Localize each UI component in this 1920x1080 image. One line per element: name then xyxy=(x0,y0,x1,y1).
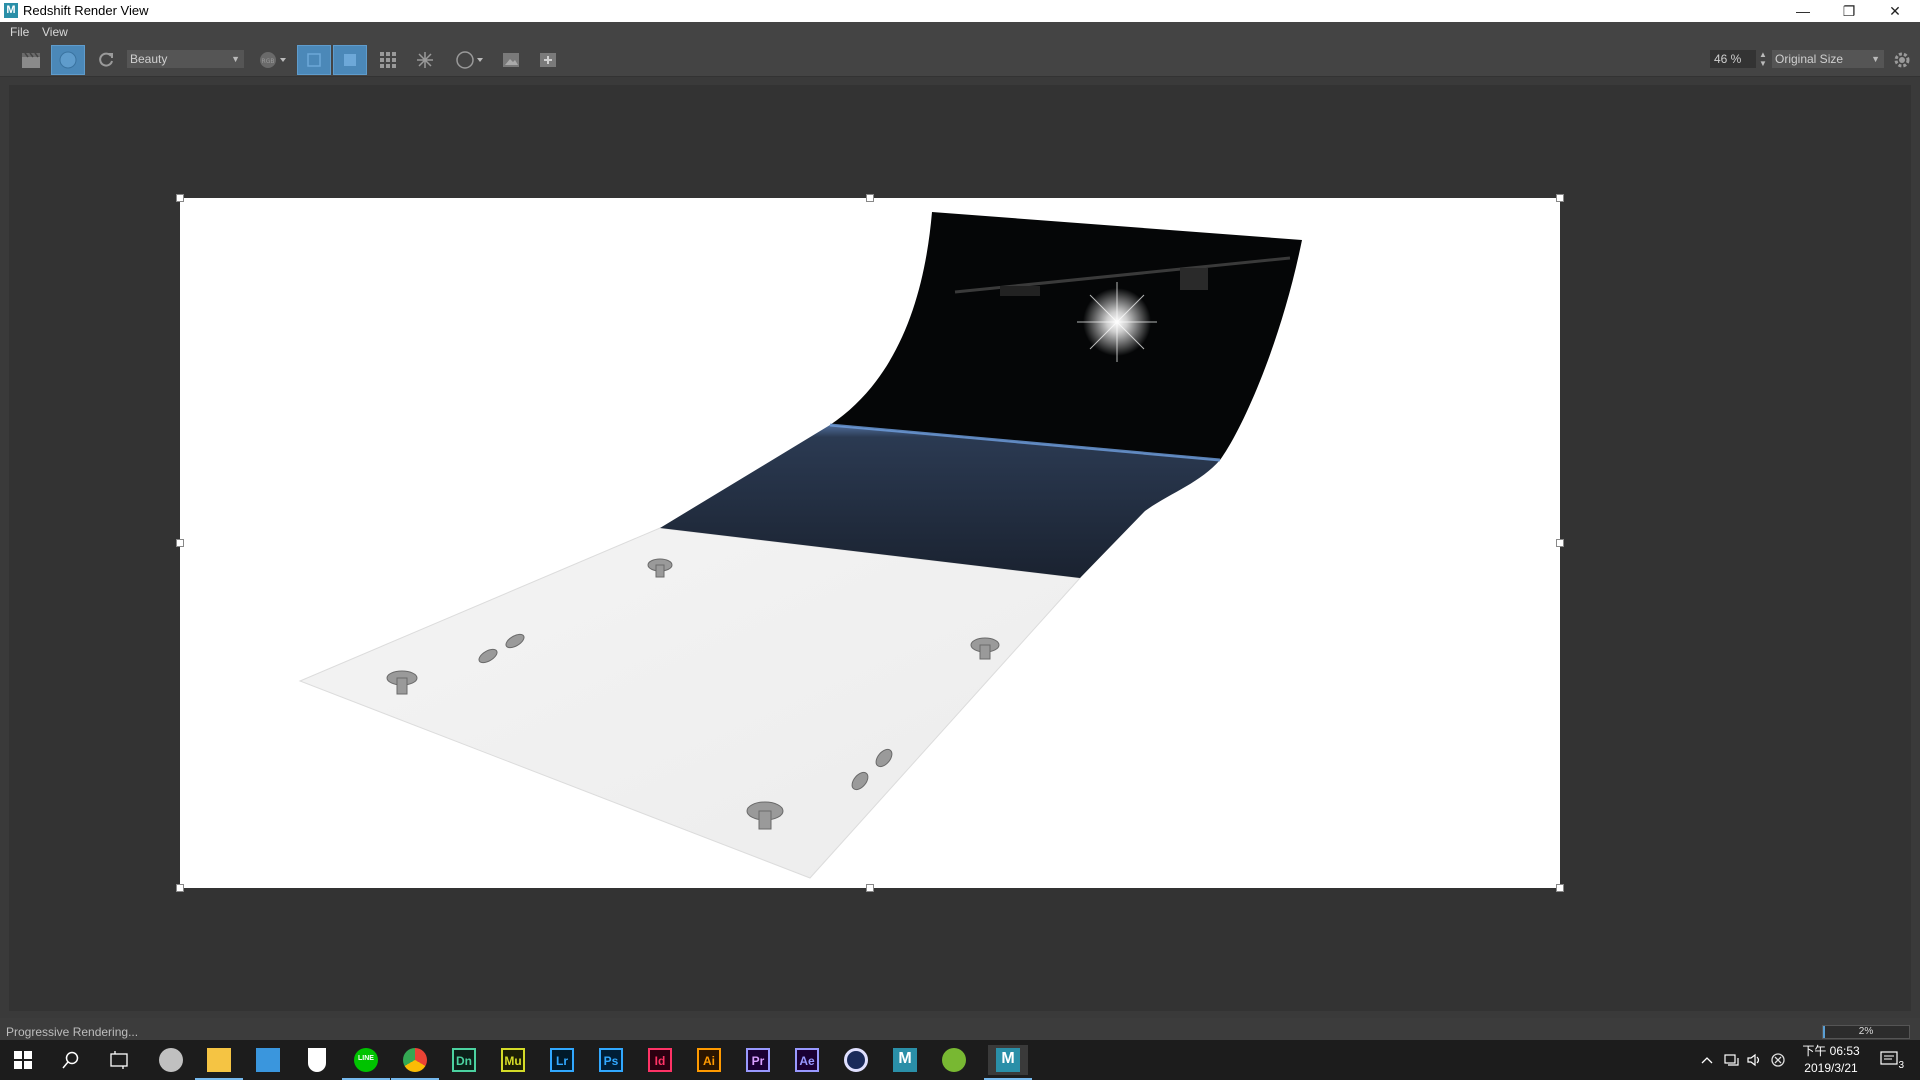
utorrent-icon[interactable] xyxy=(939,1045,969,1075)
after-effects-icon[interactable]: Ae xyxy=(792,1045,822,1075)
maya-icon[interactable]: M xyxy=(890,1045,920,1075)
refresh-icon[interactable] xyxy=(90,45,122,75)
handle-top[interactable] xyxy=(866,194,874,202)
taskbar-app-label xyxy=(207,1048,231,1072)
taskbar-app-label: LINE xyxy=(354,1048,378,1072)
defender-shield-icon[interactable] xyxy=(302,1045,332,1075)
windows-start-icon[interactable] xyxy=(8,1045,38,1075)
menu-bar: File View xyxy=(0,22,1920,42)
aov-select-value: Beauty xyxy=(130,52,168,66)
photoshop-icon[interactable]: Ps xyxy=(596,1045,626,1075)
fit-icon[interactable] xyxy=(333,45,367,75)
clapperboard-icon[interactable] xyxy=(15,45,47,75)
maximize-button[interactable]: ❐ xyxy=(1826,0,1872,22)
size-select-value: Original Size xyxy=(1775,52,1844,66)
snapshot-icon[interactable] xyxy=(495,45,527,75)
handle-bottom-left[interactable] xyxy=(176,884,184,892)
handle-left[interactable] xyxy=(176,539,184,547)
dimension-icon[interactable]: Dn xyxy=(449,1045,479,1075)
taskbar-app-label: Dn xyxy=(452,1048,476,1072)
taskbar-app-label: Mu xyxy=(501,1048,525,1072)
taskbar-app-label: Ae xyxy=(795,1048,819,1072)
aov-select[interactable]: Beauty ▼ xyxy=(127,50,244,68)
clock-date: 2019/3/21 xyxy=(1804,1061,1858,1075)
crop-region-icon[interactable] xyxy=(297,45,331,75)
toolbar: Beauty ▼ RGB 46 % ▲ ▼ Original Size ▼ xyxy=(0,42,1920,77)
chevron-up-icon[interactable] xyxy=(1697,1045,1717,1075)
volume-icon[interactable] xyxy=(1745,1045,1765,1075)
handle-top-right[interactable] xyxy=(1556,194,1564,202)
chevron-down-icon: ▼ xyxy=(231,54,240,64)
handle-right[interactable] xyxy=(1556,539,1564,547)
maya-app-icon: M xyxy=(4,3,18,18)
status-error-icon[interactable] xyxy=(1768,1045,1788,1075)
close-button[interactable]: ✕ xyxy=(1872,0,1918,22)
taskbar-app-label: Lr xyxy=(550,1048,574,1072)
zoom-input[interactable]: 46 % xyxy=(1710,50,1756,68)
handle-bottom[interactable] xyxy=(866,884,874,892)
taskbar-app-label: Id xyxy=(648,1048,672,1072)
render-progress-bar: 2% xyxy=(1822,1025,1910,1039)
premiere-icon[interactable]: Pr xyxy=(743,1045,773,1075)
snowflake-icon[interactable] xyxy=(409,45,441,75)
window-title: Redshift Render View xyxy=(23,3,149,18)
lightroom-icon[interactable]: Lr xyxy=(547,1045,577,1075)
taskbar-app-label xyxy=(256,1048,280,1072)
status-message: Progressive Rendering... xyxy=(6,1025,139,1039)
settings-icon[interactable] xyxy=(1886,45,1918,75)
svg-text:RGB: RGB xyxy=(262,58,275,65)
maya-active-icon[interactable]: M xyxy=(984,1045,1032,1080)
cinema4d-icon[interactable] xyxy=(841,1045,871,1075)
menu-file[interactable]: File xyxy=(10,25,29,39)
taskbar-app-label: Pr xyxy=(746,1048,770,1072)
handle-bottom-right[interactable] xyxy=(1556,884,1564,892)
handle-top-left[interactable] xyxy=(176,194,184,202)
render-icon[interactable] xyxy=(51,45,85,75)
muse-icon[interactable]: Mu xyxy=(498,1045,528,1075)
zoom-stepper[interactable]: ▲ ▼ xyxy=(1757,50,1769,68)
status-bar: Progressive Rendering... xyxy=(0,1018,1920,1040)
task-view-icon[interactable] xyxy=(104,1045,134,1075)
network-icon[interactable] xyxy=(1722,1045,1742,1075)
notification-count: 3 xyxy=(1898,1060,1904,1071)
rgb-channel-icon[interactable]: RGB xyxy=(250,45,290,75)
circle-icon[interactable] xyxy=(450,45,490,75)
taskbar: LINE Dn Mu Lr Ps Id Ai Pr Ae M M 下午 06:5… xyxy=(0,1040,1920,1080)
taskbar-app-label: Ps xyxy=(599,1048,623,1072)
render-scene xyxy=(298,212,1302,879)
clock-time: 下午 06:53 xyxy=(1802,1044,1860,1058)
store-icon[interactable] xyxy=(253,1045,283,1075)
menu-view[interactable]: View xyxy=(42,25,68,39)
taskbar-app-label: M xyxy=(996,1048,1020,1072)
taskbar-app-label xyxy=(159,1048,183,1072)
taskbar-app-label xyxy=(844,1048,868,1072)
line-icon[interactable]: LINE xyxy=(342,1045,390,1080)
search-icon[interactable] xyxy=(56,1045,86,1075)
taskbar-app-label xyxy=(308,1048,326,1072)
taskbar-app-label xyxy=(403,1048,427,1072)
taskbar-app-label: M xyxy=(893,1048,917,1072)
taskbar-app-label: Ai xyxy=(697,1048,721,1072)
notification-icon[interactable]: 3 xyxy=(1876,1045,1906,1075)
system-clock[interactable]: 下午 06:53 2019/3/21 xyxy=(1800,1043,1862,1077)
render-image xyxy=(180,198,1560,888)
file-explorer-icon[interactable] xyxy=(195,1045,243,1080)
indesign-icon[interactable]: Id xyxy=(645,1045,675,1075)
taskbar-app-label xyxy=(942,1048,966,1072)
chrome-remote-icon[interactable] xyxy=(156,1045,186,1075)
minimize-button[interactable]: — xyxy=(1780,0,1826,22)
title-bar: M Redshift Render View — ❐ ✕ xyxy=(0,0,1920,22)
add-snapshot-icon[interactable] xyxy=(532,45,564,75)
illustrator-icon[interactable]: Ai xyxy=(694,1045,724,1075)
size-select[interactable]: Original Size ▼ xyxy=(1772,50,1884,68)
chevron-down-icon: ▼ xyxy=(1871,54,1880,64)
progress-text: 2% xyxy=(1858,1026,1874,1037)
chrome-icon[interactable] xyxy=(391,1045,439,1080)
grid-icon[interactable] xyxy=(372,45,404,75)
